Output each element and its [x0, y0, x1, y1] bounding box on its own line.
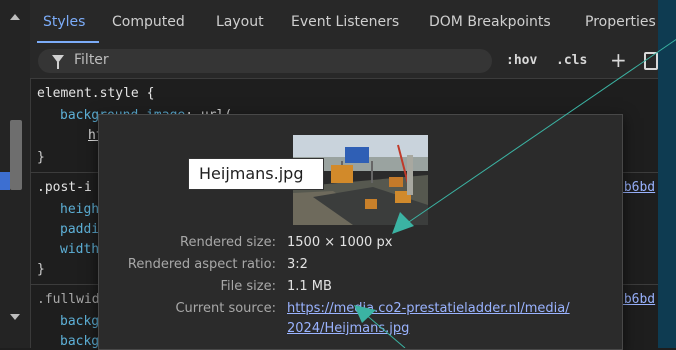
- scroll-down-icon[interactable]: [10, 314, 20, 320]
- plus-icon[interactable]: +: [610, 50, 627, 70]
- filter-input[interactable]: Filter: [38, 49, 492, 73]
- window-edge: [658, 0, 676, 348]
- post-rule-prop[interactable]: heigh: [60, 202, 99, 217]
- filter-icon: [52, 55, 64, 69]
- hov-button[interactable]: :hov: [506, 53, 537, 68]
- rule-close-brace: }: [37, 262, 45, 277]
- filter-placeholder: Filter: [74, 52, 109, 68]
- scroll-up-icon[interactable]: [10, 14, 20, 20]
- styles-toolbar: Filter :hov .cls +: [30, 44, 658, 79]
- fullwidth-rule-selector: .fullwid: [37, 292, 100, 307]
- image-preview-popup: Heijmans.jpg Rendered size: 1500 × 1000 …: [98, 114, 623, 350]
- current-source-label: Current source:: [175, 301, 276, 316]
- tab-styles[interactable]: Styles: [43, 14, 85, 30]
- element-style-selector: element.style {: [37, 86, 155, 101]
- rule-close-brace: }: [37, 150, 45, 165]
- selected-node-marker: [0, 172, 10, 190]
- active-tab-indicator: [37, 41, 99, 43]
- post-rule-prop[interactable]: paddi: [60, 222, 99, 237]
- fullwidth-rule-prop[interactable]: backg: [60, 334, 99, 349]
- rendered-size-label: Rendered size:: [180, 235, 276, 250]
- tab-properties[interactable]: Properties: [585, 14, 656, 30]
- tab-layout[interactable]: Layout: [216, 14, 264, 30]
- file-size-value: 1.1 MB: [287, 279, 332, 294]
- post-rule-prop[interactable]: width: [60, 242, 99, 257]
- tab-event-listeners[interactable]: Event Listeners: [291, 14, 399, 30]
- fullwidth-rule-prop[interactable]: backg: [60, 314, 99, 329]
- tab-computed[interactable]: Computed: [112, 14, 185, 30]
- filename-tooltip: Heijmans.jpg: [188, 158, 324, 190]
- aspect-ratio-value: 3:2: [287, 257, 308, 272]
- devtools-tab-bar: Styles Computed Layout Event Listeners D…: [30, 0, 658, 45]
- post-rule-selector: .post-i: [37, 180, 92, 195]
- current-source-link[interactable]: https://media.co2-prestatieladder.nl/med…: [287, 301, 570, 316]
- file-size-label: File size:: [220, 279, 276, 294]
- scrollbar-thumb[interactable]: [10, 120, 22, 190]
- rendered-size-value: 1500 × 1000 px: [287, 235, 393, 250]
- aspect-ratio-label: Rendered aspect ratio:: [127, 257, 276, 272]
- tab-dom-breakpoints[interactable]: DOM Breakpoints: [429, 14, 551, 30]
- scroll-gutter[interactable]: [0, 0, 31, 348]
- current-source-link-continued[interactable]: 2024/Heijmans.jpg: [287, 321, 409, 336]
- cls-button[interactable]: .cls: [556, 53, 587, 68]
- paint-icon[interactable]: [644, 52, 658, 70]
